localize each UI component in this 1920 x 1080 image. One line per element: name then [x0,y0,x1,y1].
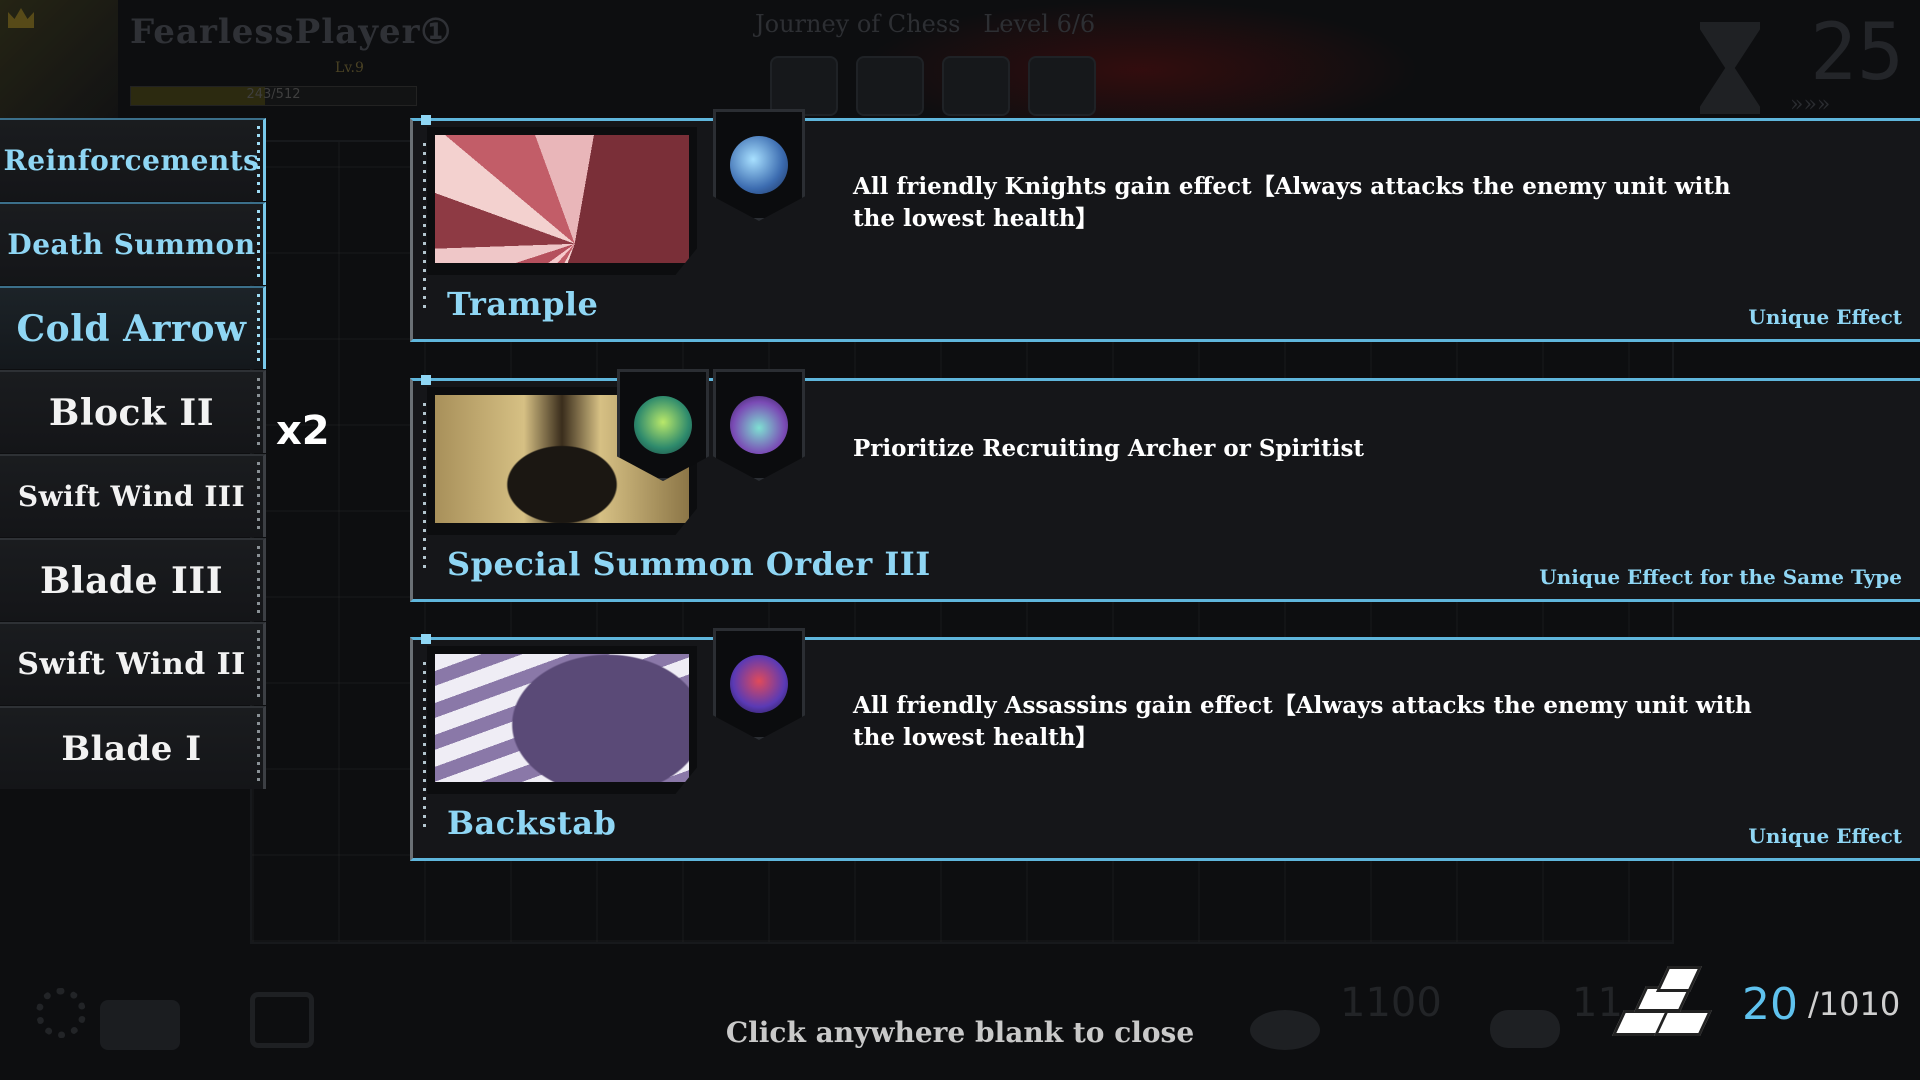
card-art-frame [427,646,697,794]
item-border-dots [257,462,260,532]
corner-dot [421,115,431,125]
crown-icon [8,8,34,28]
item-border-dots [257,630,260,700]
stage-title-text: Journey of Chess [755,10,961,38]
card-list-item-label: Block II [48,391,215,434]
card-detail-panel: Special Summon Order III Prioritize Recru… [410,369,1920,602]
card-description: Prioritize Recruiting Archer or Spiritis… [853,435,1365,462]
item-border-dots [257,210,260,280]
card-list-item-label: Swift Wind II [17,647,246,682]
card-list-item[interactable]: Cold Arrow [0,286,266,369]
player-avatar [0,0,118,118]
card-list-item-label: Cold Arrow [16,307,247,350]
card-art-frame [427,127,697,275]
round-timer: 25 [1810,8,1904,98]
icon-emblem [730,396,788,454]
card-art [435,654,689,782]
hourglass-icon [1700,22,1760,114]
card-list-item-label: Blade III [39,559,224,602]
card-detail-panel: Trample All friendly Knights gain effect【… [410,109,1920,342]
currency-max: /1010 [1808,985,1901,1023]
silver-currency: 20 /1010 [1610,964,1900,1044]
card-list-item-label: Reinforcements [3,144,260,177]
assassin-icon [713,628,805,740]
duplicate-multiplier: x2 [276,408,330,454]
card-list-item[interactable]: Death Summon [0,202,266,285]
card-list-item[interactable]: Swift Wind III [0,454,266,537]
knight-icon [713,109,805,221]
xp-text: 243/512 [246,87,301,102]
enemy-preview-icon [1028,56,1096,116]
stage-title: Journey of Chess Level 6/6 [755,10,1095,38]
speed-control: »»» [1790,92,1831,117]
item-border-dots [257,294,260,364]
effect-type-label: Unique Effect [1748,824,1902,848]
card-list-item[interactable]: Swift Wind II [0,622,266,705]
card-list-item-label: Swift Wind III [17,480,246,513]
player-level: Lv.9 [335,60,364,76]
corner-dot [421,634,431,644]
card-list-item[interactable]: Reinforcements [0,118,266,201]
icon-emblem [730,655,788,713]
xp-bar: 243/512 [130,86,417,106]
spiritist-icon [713,369,805,481]
card-list-item[interactable]: Blade I [0,706,266,789]
panel-border-dots [423,662,426,832]
card-list-item-label: Blade I [61,728,202,769]
card-list-item[interactable]: Blade III [0,538,266,621]
card-list-item-label: Death Summon [7,228,256,261]
card-art [435,135,689,263]
item-border-dots [257,378,260,448]
item-border-dots [257,714,260,784]
panel-border-dots [423,403,426,573]
card-title: Trample [447,285,599,323]
player-name: FearlessPlayer① [130,12,452,52]
enemy-preview-icon [942,56,1010,116]
enemy-preview-icon [770,56,838,116]
card-list: Reinforcements Death Summon Cold Arrow Bloc… [0,118,266,790]
item-border-dots [257,546,260,616]
currency-value: 20 [1742,978,1798,1030]
enemy-preview-icons [770,56,1096,116]
card-description: All friendly Assassins gain effect【Alway… [853,692,1752,751]
card-detail-panel: Backstab All friendly Assassins gain effe… [410,628,1920,861]
stage-level: Level 6/6 [983,10,1096,38]
icon-emblem [634,396,692,454]
card-title: Backstab [447,804,617,842]
corner-dot [421,375,431,385]
card-list-item[interactable]: Block II [0,370,266,453]
item-border-dots [257,126,260,196]
effect-type-label: Unique Effect [1748,305,1902,329]
card-title: Special Summon Order III [447,545,931,583]
panel-border-dots [423,143,426,313]
silver-ingot-icon [1610,964,1720,1044]
card-description: All friendly Knights gain effect【Always … [853,173,1731,232]
enemy-preview-icon [856,56,924,116]
effect-type-label: Unique Effect for the Same Type [1539,565,1902,589]
icon-emblem [730,136,788,194]
